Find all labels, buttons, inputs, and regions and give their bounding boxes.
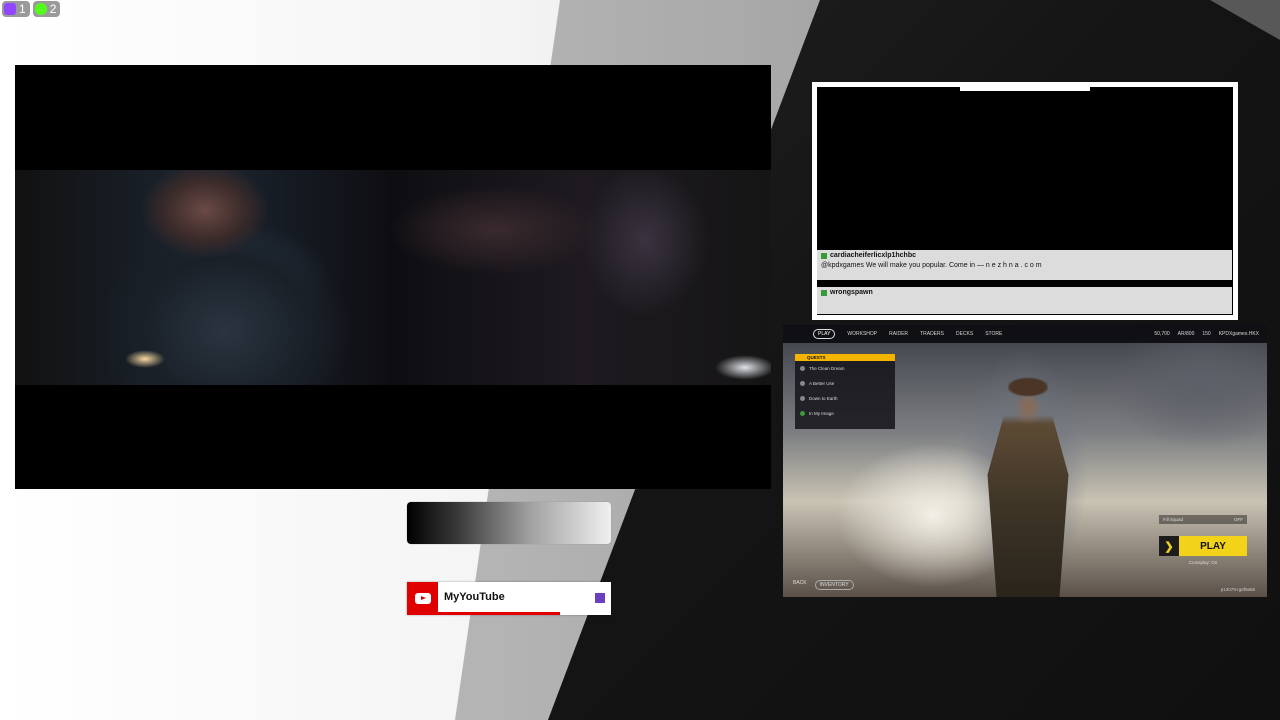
gradient-banner [407, 502, 611, 544]
quest-item[interactable]: A Better Use [795, 376, 895, 391]
webcam-scene [15, 170, 771, 385]
game-player-name: KPDXgames.HKX [1218, 331, 1259, 337]
game-currency: 50,700 AR/800 150 KPDXgames.HKX [1154, 331, 1267, 337]
chat-user: wrongspawn [821, 289, 1228, 296]
quest-label: In My Image [809, 411, 834, 416]
chat-body: cardiacheiferlicxlp1hchbc @kpdxgames We … [817, 87, 1233, 315]
play-label: PLAY [1200, 540, 1226, 552]
quest-icon [800, 396, 805, 401]
crossplay-status: Crossplay: On [1188, 560, 1218, 565]
game-top-nav: PLAY WORKSHOP RAIDER TRADERS DECKS STORE… [783, 325, 1267, 343]
currency-tokens: 150 [1202, 331, 1211, 337]
game-tab-store[interactable]: STORE [985, 331, 1002, 337]
youtube-banner[interactable]: MyYouTube [407, 582, 611, 615]
fill-squad-value: OFF [1234, 517, 1243, 522]
currency-coins: 50,700 [1154, 331, 1170, 337]
square-icon [595, 593, 605, 603]
quest-item[interactable]: The Clean Dream [795, 361, 895, 376]
currency-ar: AR/800 [1177, 331, 1195, 337]
game-play-button[interactable]: ❯ PLAY [1159, 536, 1247, 556]
webcam-feed [15, 65, 771, 489]
quest-label: A Better Use [809, 381, 835, 386]
viewer-counters: 1 2 [2, 1, 61, 17]
twitch-icon [4, 3, 16, 15]
chat-username: wrongspawn [830, 289, 873, 296]
chat-badge-icon [821, 252, 827, 259]
chat-username: cardiacheiferlicxlp1hchbc [830, 252, 916, 259]
play-panel: Fill Squad OFF ❯ PLAY Crossplay: On [1159, 515, 1247, 565]
game-bottom-bar: BACK INVENTORY [793, 580, 854, 590]
game-tab-decks[interactable]: DECKS [956, 331, 973, 337]
youtube-channel-name: MyYouTube [444, 591, 505, 603]
fill-squad-label: Fill Squad [1163, 517, 1184, 522]
game-capture: PLAY WORKSHOP RAIDER TRADERS DECKS STORE… [783, 325, 1267, 597]
twitch-counter: 1 [2, 1, 30, 17]
kick-icon [34, 3, 47, 15]
quest-icon [800, 366, 805, 371]
quest-item[interactable]: In My Image [795, 406, 895, 421]
youtube-underline [438, 612, 560, 615]
quest-label: The Clean Dream [809, 366, 845, 371]
youtube-play-icon [414, 593, 431, 604]
quest-label: Down to Earth [809, 396, 838, 401]
kick-count: 2 [49, 2, 57, 16]
quests-title: QUESTS [795, 354, 895, 361]
quest-icon [800, 411, 805, 416]
chat-panel: cardiacheiferlicxlp1hchbc @kpdxgames We … [812, 82, 1238, 320]
game-tab-play[interactable]: PLAY [813, 329, 836, 339]
play-arrow-icon: ❯ [1159, 536, 1179, 556]
game-tab-raider[interactable]: RAIDER [889, 331, 908, 337]
quest-item[interactable]: Down to Earth [795, 391, 895, 406]
chat-message: wrongspawn [817, 287, 1232, 314]
chat-text: @kpdxgames We will make you popular. Com… [821, 262, 1042, 269]
game-back-button[interactable]: BACK [793, 580, 807, 590]
webcam-light [125, 350, 165, 368]
quest-icon [800, 381, 805, 386]
chat-message: cardiacheiferlicxlp1hchbc @kpdxgames We … [817, 250, 1232, 280]
chat-badge-icon [821, 289, 827, 296]
kick-counter: 2 [32, 1, 61, 17]
game-character [987, 375, 1069, 597]
webcam-light [715, 355, 771, 380]
game-inventory-button[interactable]: INVENTORY [814, 580, 854, 590]
fill-squad-toggle[interactable]: Fill Squad OFF [1159, 515, 1247, 524]
game-tab-traders[interactable]: TRADERS [920, 331, 944, 337]
game-tab-workshop[interactable]: WORKSHOP [847, 331, 877, 337]
twitch-count: 1 [19, 2, 26, 16]
chat-notch [960, 87, 1090, 91]
chat-user: cardiacheiferlicxlp1hchbc [821, 252, 1228, 259]
quests-panel: QUESTS The Clean Dream A Better Use Down… [795, 354, 895, 429]
youtube-logo [407, 582, 438, 615]
game-build-id: p13079-rg6f9a58 [1220, 587, 1255, 592]
